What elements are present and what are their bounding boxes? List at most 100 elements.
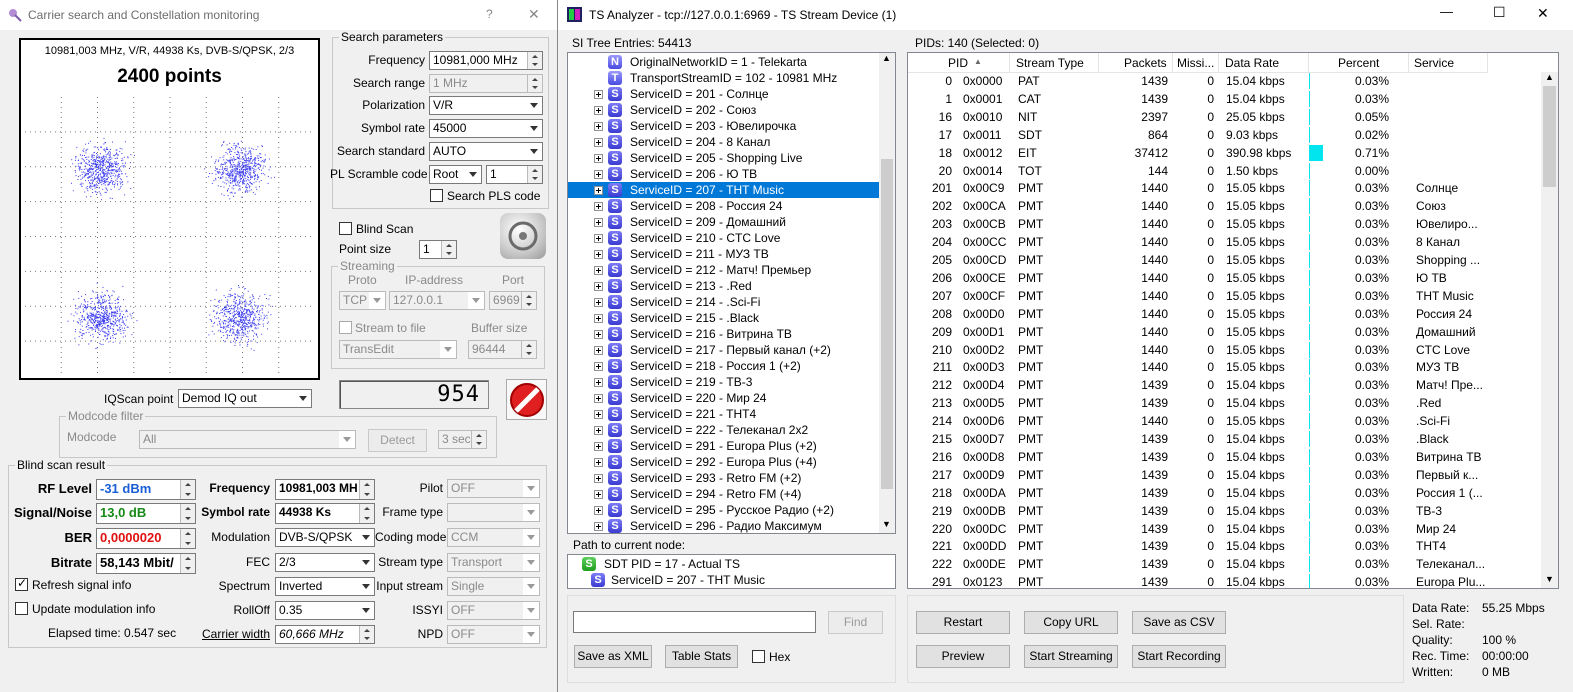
tree-node[interactable]: S ServiceID = 210 - CTC Love (568, 230, 880, 246)
refresh-signal-checkbox[interactable] (15, 576, 28, 591)
stop-button[interactable] (506, 379, 547, 420)
tree-node[interactable]: S ServiceID = 209 - Домашний (568, 214, 880, 230)
expand-icon[interactable] (594, 234, 603, 243)
close-button[interactable]: ✕ (1537, 5, 1549, 22)
expand-icon[interactable] (594, 506, 603, 515)
expand-icon[interactable] (594, 218, 603, 227)
symbol-rate-select[interactable]: 45000 (429, 119, 543, 138)
col-packets[interactable]: Packets (1124, 56, 1167, 70)
tree-node[interactable]: S ServiceID = 206 - Ю ТВ (568, 166, 880, 182)
minimize-button[interactable]: — (1440, 4, 1453, 19)
tree-node[interactable]: S ServiceID = 207 - THT Music (568, 182, 880, 198)
table-row[interactable]: 18 0x0012 EIT 37412 0 390.98 kbps 0.71% (908, 144, 1488, 162)
rolloff-select[interactable]: 0.35 (275, 601, 375, 620)
preview-button[interactable]: Preview (916, 645, 1010, 668)
close-button[interactable]: ✕ (528, 6, 540, 23)
iqscan-select[interactable]: Demod IQ out (178, 389, 312, 408)
table-row[interactable]: 214 0x00D6 PMT 1440 0 15.05 kbps 0.03% .Sci-Fi (908, 412, 1488, 430)
expand-icon[interactable] (594, 298, 603, 307)
modulation-select[interactable]: DVB-S/QPSK (275, 528, 375, 547)
table-row[interactable]: 16 0x0010 NIT 2397 0 25.05 kbps 0.05% (908, 108, 1488, 126)
table-row[interactable]: 220 0x00DC PMT 1439 0 15.04 kbps 0.03% Мир 24 (908, 520, 1488, 538)
expand-icon[interactable] (594, 170, 603, 179)
satellite-dish-button[interactable] (500, 213, 546, 259)
help-button[interactable]: ? (486, 7, 493, 21)
expand-icon[interactable] (594, 522, 603, 531)
point-size-input[interactable]: 1 (419, 240, 457, 259)
table-row[interactable]: 215 0x00D7 PMT 1439 0 15.04 kbps 0.03% .Black (908, 430, 1488, 448)
col-service[interactable]: Service (1414, 56, 1454, 70)
start-recording-button[interactable]: Start Recording (1132, 645, 1226, 668)
table-row[interactable]: 204 0x00CC PMT 1440 0 15.05 kbps 0.03% 8 Канал (908, 233, 1488, 251)
si-tree[interactable]: N OriginalNetworkID = 1 - Telekarta T Trans… (567, 52, 896, 534)
expand-icon[interactable] (594, 202, 603, 211)
tree-node[interactable]: S ServiceID = 214 - .Sci-Fi (568, 294, 880, 310)
col-percent[interactable]: Percent (1338, 56, 1379, 70)
expand-icon[interactable] (594, 442, 603, 451)
col-missing[interactable]: Missi... (1177, 56, 1214, 70)
table-row[interactable]: 221 0x00DD PMT 1439 0 15.04 kbps 0.03% THT4 (908, 537, 1488, 555)
table-row[interactable]: 219 0x00DB PMT 1439 0 15.04 kbps 0.03% ТВ-3 (908, 502, 1488, 520)
col-data-rate[interactable]: Data Rate (1225, 56, 1279, 70)
expand-icon[interactable] (594, 426, 603, 435)
tree-node[interactable]: S ServiceID = 216 - Витрина ТВ (568, 326, 880, 342)
tree-node[interactable]: S ServiceID = 203 - Ювелирочка (568, 118, 880, 134)
path-node[interactable]: S SDT PID = 17 - Actual TS (568, 556, 880, 572)
tree-node[interactable]: S ServiceID = 296 - Радио Максимум (568, 518, 880, 533)
scroll-up-icon[interactable]: ▲ (882, 53, 891, 63)
blind-scan-checkbox[interactable] (339, 222, 352, 235)
find-button[interactable]: Find (828, 611, 883, 634)
expand-icon[interactable] (594, 474, 603, 483)
pl-scramble-mode-select[interactable]: Root (429, 165, 482, 184)
table-row[interactable]: 216 0x00D8 PMT 1439 0 15.04 kbps 0.03% Витрина … (908, 448, 1488, 466)
expand-icon[interactable] (594, 266, 603, 275)
tree-node[interactable]: S ServiceID = 294 - Retro FM (+4) (568, 486, 880, 502)
pid-table[interactable]: PID ▲ Stream Type Packets Missi... Data … (907, 52, 1559, 589)
scroll-down-icon[interactable]: ▼ (882, 519, 891, 529)
update-modulation-checkbox[interactable] (15, 602, 28, 615)
find-input[interactable] (573, 611, 816, 633)
expand-icon[interactable] (594, 330, 603, 339)
hex-checkbox[interactable] (752, 650, 765, 663)
frequency-input[interactable]: 10981,000 MHz (429, 51, 543, 70)
path-node[interactable]: S ServiceID = 207 - THT Music (568, 572, 880, 588)
tree-node[interactable]: S ServiceID = 211 - МУЗ ТВ (568, 246, 880, 262)
table-row[interactable]: 209 0x00D1 PMT 1440 0 15.05 kbps 0.03% Домашний (908, 323, 1488, 341)
table-row[interactable]: 211 0x00D3 PMT 1440 0 15.05 kbps 0.03% МУЗ ТВ (908, 358, 1488, 376)
table-row[interactable]: 1 0x0001 CAT 1439 0 15.04 kbps 0.03% (908, 90, 1488, 108)
table-row[interactable]: 208 0x00D0 PMT 1440 0 15.05 kbps 0.03% Россия 2… (908, 305, 1488, 323)
search-standard-select[interactable]: AUTO (429, 142, 543, 161)
table-row[interactable]: 205 0x00CD PMT 1440 0 15.05 kbps 0.03% Shopping… (908, 251, 1488, 269)
table-row[interactable]: 210 0x00D2 PMT 1440 0 15.05 kbps 0.03% CTC Love (908, 341, 1488, 359)
frequency-spinner[interactable] (527, 52, 542, 69)
expand-icon[interactable] (594, 154, 603, 163)
tree-node[interactable]: N OriginalNetworkID = 1 - Telekarta (568, 54, 880, 70)
tree-node[interactable]: T TransportStreamID = 102 - 10981 MHz (568, 70, 880, 86)
start-streaming-button[interactable]: Start Streaming (1024, 645, 1118, 668)
expand-icon[interactable] (594, 490, 603, 499)
tree-node[interactable]: S ServiceID = 215 - .Black (568, 310, 880, 326)
tree-node[interactable]: S ServiceID = 204 - 8 Канал (568, 134, 880, 150)
table-row[interactable]: 17 0x0011 SDT 864 0 9.03 kbps 0.02% (908, 126, 1488, 144)
spectrum-select[interactable]: Inverted (275, 577, 375, 596)
pid-table-scroll-thumb[interactable] (1543, 86, 1556, 187)
tree-node[interactable]: S ServiceID = 202 - Союз (568, 102, 880, 118)
expand-icon[interactable] (594, 394, 603, 403)
tree-node[interactable]: S ServiceID = 293 - Retro FM (+2) (568, 470, 880, 486)
table-row[interactable]: 20 0x0014 TOT 144 0 1.50 kbps 0.00% (908, 162, 1488, 180)
pl-scramble-code-input[interactable]: 1 (486, 165, 543, 184)
scroll-down-icon[interactable]: ▼ (1545, 574, 1554, 584)
col-pid[interactable]: PID (948, 56, 968, 70)
tree-node[interactable]: S ServiceID = 218 - Россия 1 (+2) (568, 358, 880, 374)
tree-node[interactable]: S ServiceID = 201 - Солнце (568, 86, 880, 102)
table-stats-button[interactable]: Table Stats (665, 645, 738, 668)
fec-select[interactable]: 2/3 (275, 553, 375, 572)
expand-icon[interactable] (594, 410, 603, 419)
tree-node[interactable]: S ServiceID = 219 - ТВ-3 (568, 374, 880, 390)
tree-node[interactable]: S ServiceID = 220 - Мир 24 (568, 390, 880, 406)
table-row[interactable]: 291 0x0123 PMT 1439 0 15.04 kbps 0.03% Europa P… (908, 573, 1488, 588)
search-pls-checkbox[interactable] (430, 189, 443, 202)
table-row[interactable]: 222 0x00DE PMT 1439 0 15.04 kbps 0.03% Телекана… (908, 555, 1488, 573)
table-row[interactable]: 203 0x00CB PMT 1440 0 15.05 kbps 0.03% Ювелиро.… (908, 215, 1488, 233)
table-row[interactable]: 206 0x00CE PMT 1440 0 15.05 kbps 0.03% Ю ТВ (908, 269, 1488, 287)
